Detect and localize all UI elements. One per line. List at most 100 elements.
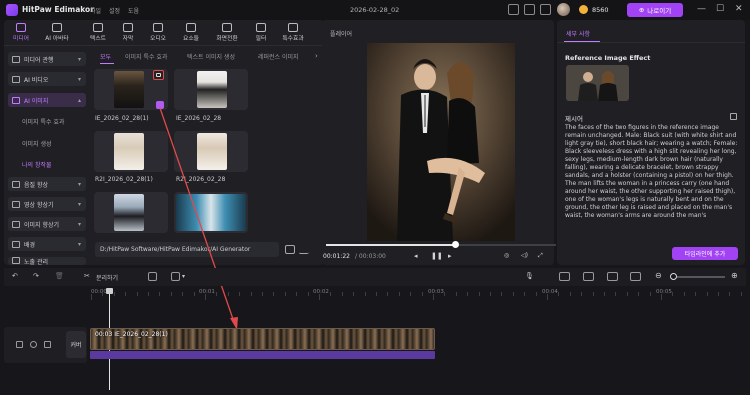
ruler-tick [421,292,423,296]
sidebar-sub-image-effects[interactable]: 이미지 특수 효과 [22,117,64,126]
tab-text-to-image[interactable]: 텍스트 이미지 생성 [187,52,235,61]
sidebar-item-image-enhance[interactable]: 이미지 향상기 ▾ [8,217,86,231]
sidebar-item-ai-video[interactable]: AI 비디오 ▾ [8,72,86,86]
audio-icon [153,23,163,32]
tool-label: AI 아바타 [45,36,69,42]
sidebar-item-exposure[interactable]: 노출 관리 [8,257,86,265]
tool-elements[interactable]: 요소들 [174,23,208,42]
add-to-timeline-button[interactable]: 타임라인에 추가 [672,247,738,260]
zoom-slider[interactable] [677,276,725,278]
sidebar-item-video-enhance[interactable]: 영상 향상기 ▾ [8,197,86,211]
playhead-handle[interactable] [106,288,113,294]
sidebar-sub-image-generate[interactable]: 이미지 생성 [22,139,52,148]
sidebar-item-media[interactable]: 미디어 관행 ▾ [8,52,86,66]
media-thumb[interactable] [174,69,248,110]
waveform-icon [12,180,20,188]
pause-icon[interactable]: ❚❚ [431,252,443,260]
drag-handle-icon[interactable] [156,101,164,109]
sidebar-item-ai-image[interactable]: AI 이미지 ▴ [8,93,86,107]
mute-icon[interactable] [44,341,51,348]
text-box-icon[interactable] [171,272,180,281]
delete-icon[interactable]: 🗑 [55,272,64,280]
split-label[interactable]: 분리하기 [96,273,118,282]
tab-all[interactable]: 모두 [100,52,111,61]
media-preview [114,133,144,170]
mail-icon[interactable] [540,4,551,15]
fit-icon[interactable] [630,272,641,281]
ruler-tick [330,292,332,296]
snapshot-icon[interactable]: ◎ [504,252,509,259]
media-preview [176,194,246,231]
tool-ai-avatar[interactable]: AI 아바타 [40,23,74,42]
edit-image-icon[interactable] [153,70,164,80]
sidebar-sub-my-creations[interactable]: 나의 창작물 [22,160,52,169]
tab-details[interactable]: 세부 사항 [566,29,590,38]
tab-image-effects[interactable]: 이미지 특수 효과 [125,52,167,61]
reference-image-content [566,65,629,101]
zoom-handle[interactable] [670,273,677,280]
ruler-tick [569,292,571,296]
video-frame [367,43,515,241]
maximize-icon[interactable]: ☐ [716,4,724,14]
ruler-tick [125,292,127,296]
tool-audio[interactable]: 오디오 [141,23,175,42]
ripple-icon[interactable] [607,272,618,281]
sidebar-item-background[interactable]: 배경 ▾ [8,237,86,251]
media-thumb[interactable] [174,131,248,172]
buy-button[interactable]: ⊕ 나로이기 [627,3,683,17]
tool-transition[interactable]: 화면전환 [210,23,244,42]
app-window: HitPaw Edimakor 파일 설정 도움 2026-02-28_02 8… [0,0,750,395]
microphone-icon[interactable]: 🎙 [525,272,534,280]
tool-effects[interactable]: 특수효과 [276,23,310,42]
menu-settings[interactable]: 설정 [109,6,120,15]
next-frame-icon[interactable]: ▸ [448,252,452,260]
prompt-heading: 제시어 [565,115,583,123]
sidebar-item-audio-enhance[interactable]: 음질 향상 ▾ [8,177,86,191]
split-icon[interactable]: ✂ [84,272,90,280]
redo-icon[interactable]: ↷ [33,272,39,280]
chevron-down-icon: ▾ [77,75,81,83]
cover-button[interactable]: 커버 [66,331,86,358]
snap-icon[interactable] [559,272,570,281]
volume-icon[interactable]: ◁) [521,252,528,259]
current-time: 00:01:22 [323,253,350,260]
video-preview [367,43,515,241]
audio-track-bar[interactable] [90,351,435,359]
reference-image [566,65,629,101]
user-avatar[interactable] [557,3,570,16]
dropdown-caret-icon[interactable]: ▾ [182,273,185,280]
media-thumb[interactable] [94,131,168,172]
tool-text[interactable]: 텍스트 [81,23,115,42]
media-thumb[interactable] [94,192,168,233]
undo-icon[interactable]: ↶ [12,272,18,280]
ruler-tick [136,292,138,296]
tool-filter[interactable]: 필터 [244,23,278,42]
chevron-down-icon: ▾ [77,200,81,208]
minimize-icon[interactable]: — [697,4,706,14]
tool-label: 미디어 [13,36,29,42]
seek-handle[interactable] [452,241,459,248]
folder-open-icon[interactable] [285,245,295,254]
zoom-out-icon[interactable]: ⊖ [655,271,662,280]
link-icon[interactable] [583,272,594,281]
output-path-field[interactable]: D:/HitPaw Software/HitPaw Edimakor/AI Ge… [95,242,279,257]
media-preview [197,133,227,170]
prev-frame-icon[interactable]: ◂ [414,252,418,260]
tool-media[interactable]: 미디어 [4,23,38,42]
close-icon[interactable]: ✕ [735,4,743,14]
feedback-icon[interactable] [508,4,519,15]
chevron-up-icon: ▴ [77,96,81,104]
gift-icon[interactable] [524,4,535,15]
fullscreen-icon[interactable]: ⤢ [538,252,543,260]
chevron-right-icon[interactable]: › [315,52,318,60]
visibility-icon[interactable] [30,341,37,348]
tool-subtitle[interactable]: 자막 [111,23,145,42]
copy-icon[interactable] [730,113,737,120]
crop-icon[interactable] [148,272,157,281]
zoom-in-icon[interactable]: ⊕ [731,271,738,280]
tab-reference-image[interactable]: 레퍼런스 이미지 [258,52,299,61]
menu-file[interactable]: 파일 [90,6,101,15]
menu-help[interactable]: 도움 [128,6,139,15]
media-thumb[interactable] [174,192,248,233]
lock-icon[interactable] [16,341,23,348]
